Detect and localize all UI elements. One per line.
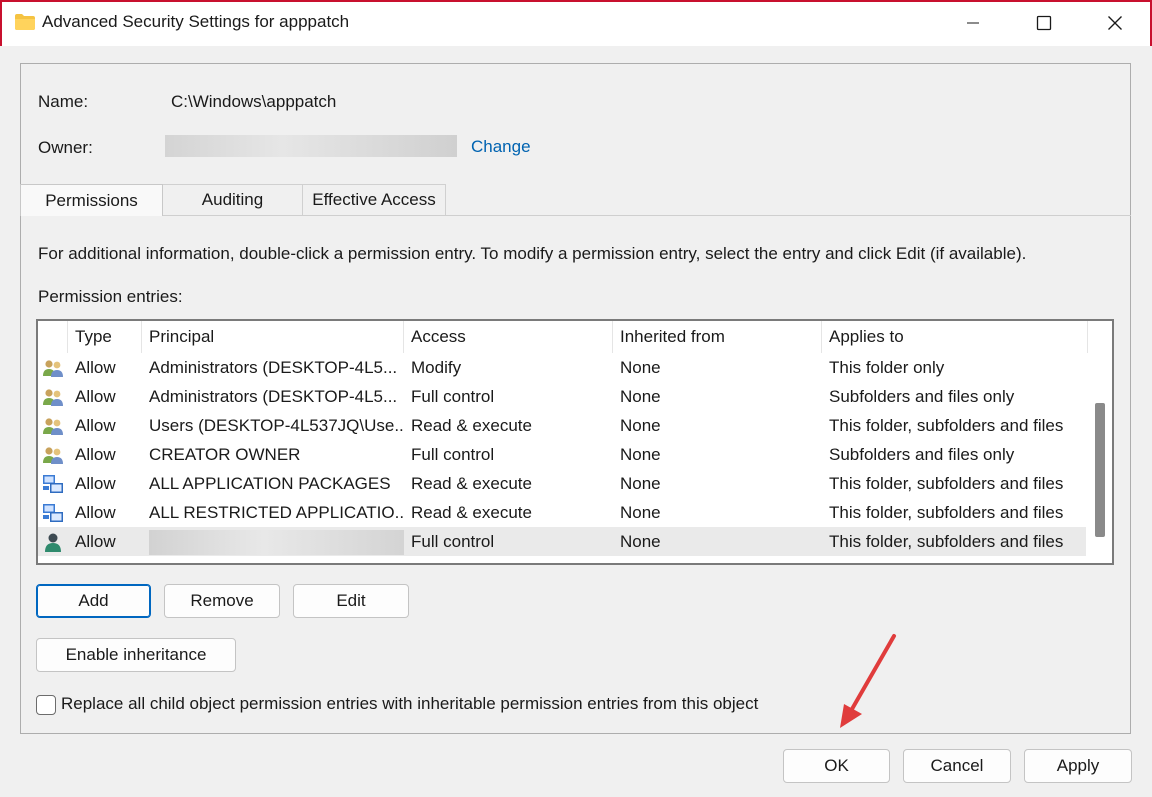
column-header-applies-to[interactable]: Applies to [822,321,1088,353]
cell-principal: ALL RESTRICTED APPLICATIO... [149,503,404,522]
cell-access: Full control [411,532,495,551]
cell-inherited: None [620,503,661,522]
cell-type: Allow [75,387,116,406]
column-header-inherited-from[interactable]: Inherited from [613,321,822,353]
cell-applies: This folder only [829,358,945,377]
cell-applies: Subfolders and files only [829,445,1015,464]
cell-access: Full control [411,445,495,464]
replace-child-permissions-label[interactable]: Replace all child object permission entr… [61,694,758,714]
cell-inherited: None [620,416,661,435]
cell-access: Read & execute [411,503,532,522]
cell-principal: Users (DESKTOP-4L537JQ\Use... [149,416,404,435]
cell-principal: Administrators (DESKTOP-4L5... [149,387,398,406]
group-icon [42,445,64,465]
column-header-access[interactable]: Access [404,321,613,353]
tab-auditing-label: Auditing [201,190,264,209]
cell-applies: Subfolders and files only [829,387,1015,406]
column-header-principal[interactable]: Principal [142,321,404,353]
cell-access: Modify [411,358,462,377]
permission-entry-row[interactable]: Allow Administrators (DESKTOP-4L5... Full … [38,382,1086,411]
tab-effective-access[interactable]: Effective Access [302,184,446,215]
permission-entries-list[interactable]: Type Principal Access Inherited from App… [36,319,1114,565]
cell-applies: This folder, subfolders and files [829,416,1064,435]
cell-inherited: None [620,445,661,464]
name-label: Name: [38,92,89,111]
column-header-type[interactable]: Type [68,321,142,353]
cell-principal: Administrators (DESKTOP-4L5... [149,358,398,377]
tab-effective-access-label: Effective Access [312,190,436,209]
cancel-button[interactable]: Cancel [903,749,1011,783]
window-title: Advanced Security Settings for apppatch [42,12,350,31]
permission-entry-row[interactable]: Allow Users (DESKTOP-4L537JQ\Use... Read &… [38,411,1086,440]
window-edge-left [0,0,2,46]
cell-type: Allow [75,445,116,464]
minimize-icon [967,22,979,24]
permission-entry-row[interactable]: Allow ALL APPLICATION PACKAGES Read & exec… [38,469,1086,498]
name-value: C:\Windows\apppatch [171,92,337,111]
ok-button[interactable]: OK [783,749,890,783]
app-packages-icon [42,503,64,523]
edit-button[interactable]: Edit [293,584,409,618]
permission-entry-row[interactable]: Allow Administrators (DESKTOP-4L5... Modif… [38,353,1086,382]
permission-entries-label: Permission entries: [38,287,183,306]
maximize-icon [1036,15,1052,31]
owner-label: Owner: [38,138,93,157]
permission-entry-row[interactable]: Allow ALL RESTRICTED APPLICATIO... Read & … [38,498,1086,527]
cell-principal-redacted [149,530,404,555]
cell-type: Allow [75,358,116,377]
change-owner-link[interactable]: Change [471,137,531,157]
cell-type: Allow [75,416,116,435]
group-icon [42,358,64,378]
maximize-button[interactable] [1009,0,1079,46]
column-header-icon [38,321,68,353]
folder-icon [15,14,35,30]
remove-button[interactable]: Remove [164,584,280,618]
close-icon [1108,16,1122,30]
user-icon [42,532,64,552]
cell-inherited: None [620,387,661,406]
scrollbar-thumb[interactable] [1095,403,1105,537]
replace-child-permissions-checkbox[interactable] [36,695,56,715]
tab-permissions[interactable]: Permissions [20,184,163,216]
close-button[interactable] [1080,0,1150,46]
cell-inherited: None [620,358,661,377]
cell-principal: ALL APPLICATION PACKAGES [149,474,391,493]
cell-applies: This folder, subfolders and files [829,532,1064,551]
tab-permissions-label: Permissions [45,190,138,210]
permission-entry-row[interactable]: Allow CREATOR OWNER Full control None Subfol… [38,440,1086,469]
cell-inherited: None [620,474,661,493]
group-icon [42,416,64,436]
cell-access: Read & execute [411,416,532,435]
cell-type: Allow [75,503,116,522]
cell-type: Allow [75,532,116,551]
minimize-button[interactable] [938,0,1008,46]
tab-auditing[interactable]: Auditing [162,184,303,215]
cell-access: Read & execute [411,474,532,493]
app-packages-icon [42,474,64,494]
group-icon [42,387,64,407]
annotation-arrow-icon [840,634,896,728]
cell-type: Allow [75,474,116,493]
info-text: For additional information, double-click… [38,244,1027,263]
add-button[interactable]: Add [36,584,151,618]
owner-value-redacted [165,135,457,157]
enable-inheritance-button[interactable]: Enable inheritance [36,638,236,672]
cell-principal: CREATOR OWNER [149,445,301,464]
cell-inherited: None [620,532,661,551]
permission-entry-row[interactable]: Allow Full control None This folder, subfol… [38,527,1086,556]
cell-applies: This folder, subfolders and files [829,474,1064,493]
cell-applies: This folder, subfolders and files [829,503,1064,522]
apply-button[interactable]: Apply [1024,749,1132,783]
cell-access: Full control [411,387,495,406]
